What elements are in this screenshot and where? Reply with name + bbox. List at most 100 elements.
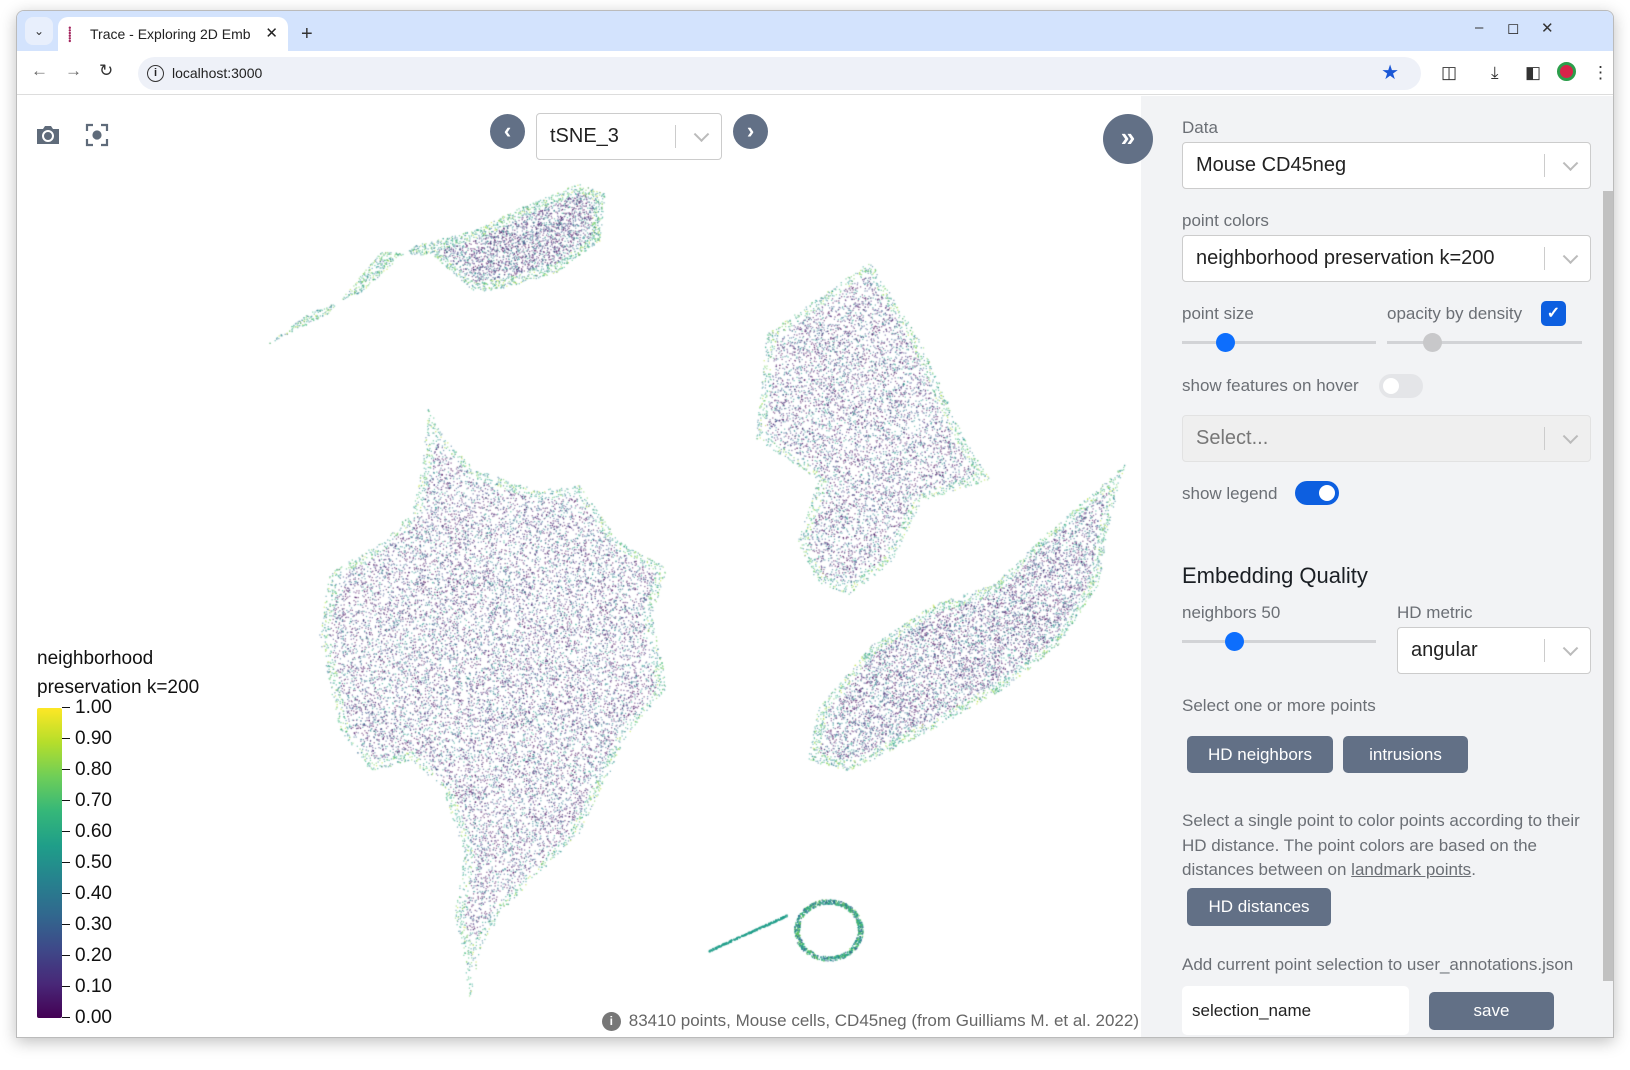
download-icon[interactable]: ⤓ <box>1491 63 1499 83</box>
reload-icon[interactable]: ↻ <box>99 61 113 81</box>
add-selection-label: Add current point selection to user_anno… <box>1182 955 1574 974</box>
maximize-icon[interactable]: ◻ <box>1507 19 1519 37</box>
legend-tick: 0.20 <box>62 946 112 966</box>
select-separator <box>1544 247 1545 270</box>
window-close-icon[interactable]: ✕ <box>1541 19 1554 37</box>
neighbors-slider[interactable] <box>1182 632 1376 651</box>
select-points-label: Select one or more points <box>1182 696 1376 715</box>
hd-neighbors-button[interactable]: HD neighbors <box>1187 736 1333 773</box>
prev-embedding-button[interactable]: ‹ <box>490 114 525 149</box>
legend-tick: 0.90 <box>62 729 112 749</box>
tab-strip: ⌄ ⸽ Trace - Exploring 2D Emb ✕ + – ◻ ✕ <box>17 11 1613 51</box>
intrusions-button[interactable]: intrusions <box>1343 736 1468 773</box>
dataset-info: i 83410 points, Mouse cells, CD45neg (fr… <box>601 1011 1139 1031</box>
forward-icon[interactable]: → <box>65 61 82 81</box>
browser-window: ⌄ ⸽ Trace - Exploring 2D Emb ✕ + – ◻ ✕ ←… <box>16 10 1614 1038</box>
info-icon: i <box>601 1011 621 1031</box>
minimize-icon[interactable]: – <box>1475 19 1483 36</box>
chevron-down-icon <box>1562 154 1579 171</box>
tab-title: Trace - Exploring 2D Emb <box>90 26 251 42</box>
slider-thumb[interactable] <box>1215 333 1235 352</box>
hd-distances-button[interactable]: HD distances <box>1187 888 1331 926</box>
legend-tick: 0.40 <box>62 884 112 904</box>
save-button[interactable]: save <box>1429 992 1554 1030</box>
point-colors-select[interactable]: neighborhood preservation k=200 <box>1182 235 1591 282</box>
dataset-value: Mouse CD45neg <box>1196 154 1347 176</box>
slider-thumb[interactable] <box>1225 632 1245 651</box>
show-legend-label: show legend <box>1182 484 1278 503</box>
chevron-down-icon <box>1562 247 1579 264</box>
legend-tick: 0.70 <box>62 791 112 811</box>
selection-name-input[interactable] <box>1182 986 1409 1035</box>
camera-icon[interactable] <box>35 124 61 151</box>
legend-tick: 0.00 <box>62 1008 112 1028</box>
next-embedding-button[interactable]: › <box>733 114 768 149</box>
url-text: localhost:3000 <box>172 65 263 81</box>
hd-metric-select[interactable]: angular <box>1397 627 1591 674</box>
hd-distance-description: Select a single point to color points ac… <box>1182 809 1592 883</box>
embedding-quality-title: Embedding Quality <box>1182 563 1368 588</box>
select-separator <box>1544 154 1545 177</box>
opacity-label: opacity by density <box>1387 304 1523 323</box>
point-size-label: point size <box>1182 304 1254 323</box>
landmark-points-link[interactable]: landmark points <box>1351 860 1471 879</box>
slider-thumb[interactable] <box>1422 333 1442 352</box>
description-end: . <box>1471 860 1476 879</box>
dataset-select[interactable]: Mouse CD45neg <box>1182 142 1591 189</box>
chevron-down-icon <box>1562 427 1579 444</box>
profile-icon[interactable] <box>1557 62 1576 81</box>
legend-tick: 0.10 <box>62 977 112 997</box>
browser-toolbar: ← → ↻ i localhost:3000 ★ ◫ ⤓ ◧ ⋮ <box>17 51 1613 95</box>
select-separator <box>1544 427 1545 450</box>
collapse-sidebar-button[interactable]: » <box>1103 114 1153 164</box>
app: ‹ tSNE_3 › neighborhood preservation k=2… <box>17 96 1613 1037</box>
hd-metric-label: HD metric <box>1397 603 1473 622</box>
opacity-slider[interactable] <box>1387 333 1582 352</box>
site-info-icon[interactable]: i <box>147 65 164 82</box>
trace-favicon: ⸽ <box>68 26 72 42</box>
scrollbar-thumb[interactable] <box>1603 191 1613 981</box>
sidebar: Data Mouse CD45neg point colors neighbor… <box>1141 96 1613 1037</box>
feature-select[interactable]: Select... <box>1182 415 1591 462</box>
feature-placeholder: Select... <box>1196 427 1269 449</box>
toggle-knob <box>1383 378 1399 394</box>
show-legend-toggle[interactable] <box>1295 481 1339 505</box>
neighbors-label: neighbors 50 <box>1182 603 1281 622</box>
chevron-down-icon <box>693 125 710 142</box>
dataset-info-text: 83410 points, Mouse cells, CD45neg (from… <box>628 1011 1139 1030</box>
point-colors-value: neighborhood preservation k=200 <box>1196 247 1495 269</box>
point-size-slider[interactable] <box>1182 333 1376 352</box>
data-label: Data <box>1182 118 1218 137</box>
show-features-label: show features on hover <box>1182 376 1359 395</box>
address-bar[interactable]: i localhost:3000 ★ <box>138 57 1421 90</box>
legend-tick: 0.30 <box>62 915 112 935</box>
menu-icon[interactable]: ⋮ <box>1592 63 1609 83</box>
sidebar-scrollbar[interactable] <box>1601 96 1613 1037</box>
browser-tab[interactable]: ⸽ Trace - Exploring 2D Emb ✕ <box>58 17 288 51</box>
new-tab-icon[interactable]: + <box>301 17 313 51</box>
hd-metric-value: angular <box>1411 639 1478 661</box>
legend-tick: 0.60 <box>62 822 112 842</box>
colorbar <box>37 708 62 1018</box>
show-features-toggle[interactable] <box>1379 374 1423 398</box>
legend-title-line1: neighborhood <box>37 648 154 669</box>
extensions-icon[interactable]: ◫ <box>1441 63 1457 83</box>
select-separator <box>1544 639 1545 662</box>
back-icon[interactable]: ← <box>31 61 48 81</box>
legend-tick: 0.50 <box>62 853 112 873</box>
bookmark-star-icon[interactable]: ★ <box>1381 57 1399 90</box>
scatter-plot-canvas[interactable] <box>17 96 1141 1037</box>
opacity-checkbox[interactable]: ✓ <box>1541 301 1566 326</box>
tab-list-icon[interactable]: ⌄ <box>25 17 53 45</box>
point-colors-label: point colors <box>1182 211 1269 230</box>
legend-title: neighborhood preservation k=200 <box>37 644 199 702</box>
toggle-knob <box>1319 485 1335 501</box>
chevron-down-icon <box>1562 639 1579 656</box>
legend-tick: 0.80 <box>62 760 112 780</box>
focus-icon[interactable] <box>85 123 109 152</box>
legend-tick: 1.00 <box>62 698 112 718</box>
side-panel-icon[interactable]: ◧ <box>1525 63 1541 83</box>
embedding-select[interactable]: tSNE_3 <box>536 113 722 160</box>
close-icon[interactable]: ✕ <box>265 17 278 51</box>
embedding-value: tSNE_3 <box>550 125 619 147</box>
